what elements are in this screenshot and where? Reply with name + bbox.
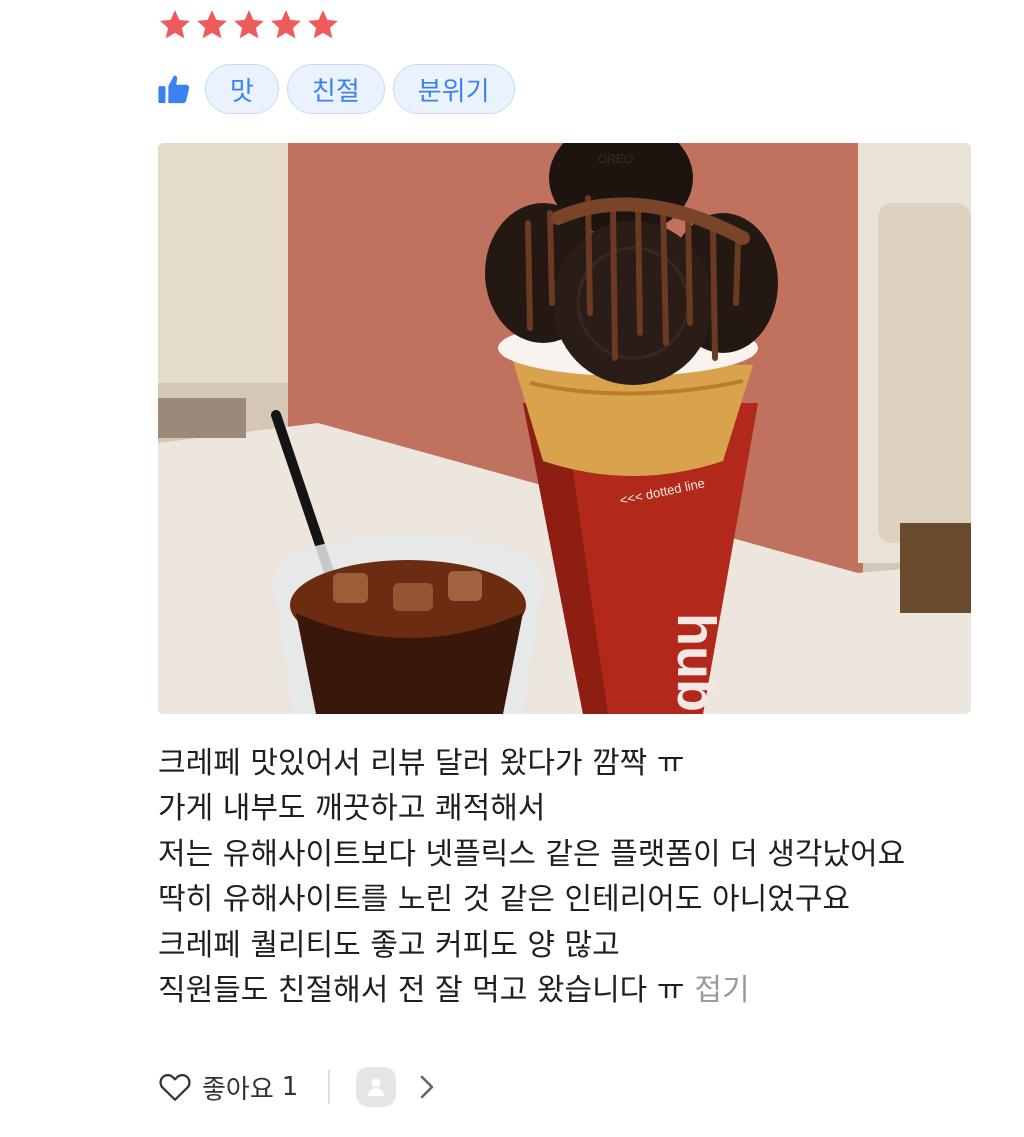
fold-button[interactable]: 접기: [694, 973, 749, 1008]
tag-chip-atmosphere[interactable]: 분위기: [392, 64, 515, 114]
heart-outline-icon[interactable]: [158, 1070, 192, 1104]
like-count: 1: [281, 1072, 299, 1102]
star-icon: [232, 8, 266, 42]
review-line-last: 직원들도 친절해서 전 잘 먹고 왔습니다 ㅠ 접기: [158, 968, 958, 1013]
like-button[interactable]: 좋아요: [202, 1069, 274, 1106]
review-footer: 좋아요 1: [158, 1066, 438, 1108]
svg-text:hub: hub: [666, 613, 726, 712]
star-icon: [158, 8, 192, 42]
review-line: 가게 내부도 깨끗하고 쾌적해서: [158, 791, 546, 827]
tag-chip-kindness[interactable]: 친절: [286, 64, 385, 114]
svg-text:OREO: OREO: [598, 152, 633, 166]
review-line: 저는 유해사이트보다 넷플릭스 같은 플랫폼이 더 생각났어요: [158, 836, 906, 872]
review-text: 크레페 맛있어서 리뷰 달러 왔다가 깜짝 ㅠ 가게 내부도 깨끗하고 쾌적해서…: [158, 741, 958, 1013]
chevron-right-icon[interactable]: [416, 1073, 438, 1101]
review-photo[interactable]: <<< dotted line hub OREO: [158, 143, 971, 714]
recommend-tags: 맛 친절 분위기: [157, 64, 523, 114]
review-line: 크레페 맛있어서 리뷰 달러 왔다가 깜짝 ㅠ: [158, 746, 685, 781]
star-icon: [195, 8, 229, 42]
thumbs-up-icon: [157, 72, 191, 106]
tag-chip-taste[interactable]: 맛: [205, 64, 279, 114]
review-line: 딱히 유해사이트를 노린 것 같은 인테리어도 아니었구요: [158, 882, 851, 918]
star-rating: [158, 8, 340, 42]
review-line: 크레페 퀄리티도 좋고 커피도 양 많고: [158, 927, 620, 963]
star-icon: [269, 8, 303, 42]
star-icon: [306, 8, 340, 42]
user-avatar-icon[interactable]: [356, 1067, 397, 1107]
divider: [328, 1070, 331, 1104]
review-line: 직원들도 친절해서 전 잘 먹고 왔습니다 ㅠ: [158, 973, 685, 1009]
